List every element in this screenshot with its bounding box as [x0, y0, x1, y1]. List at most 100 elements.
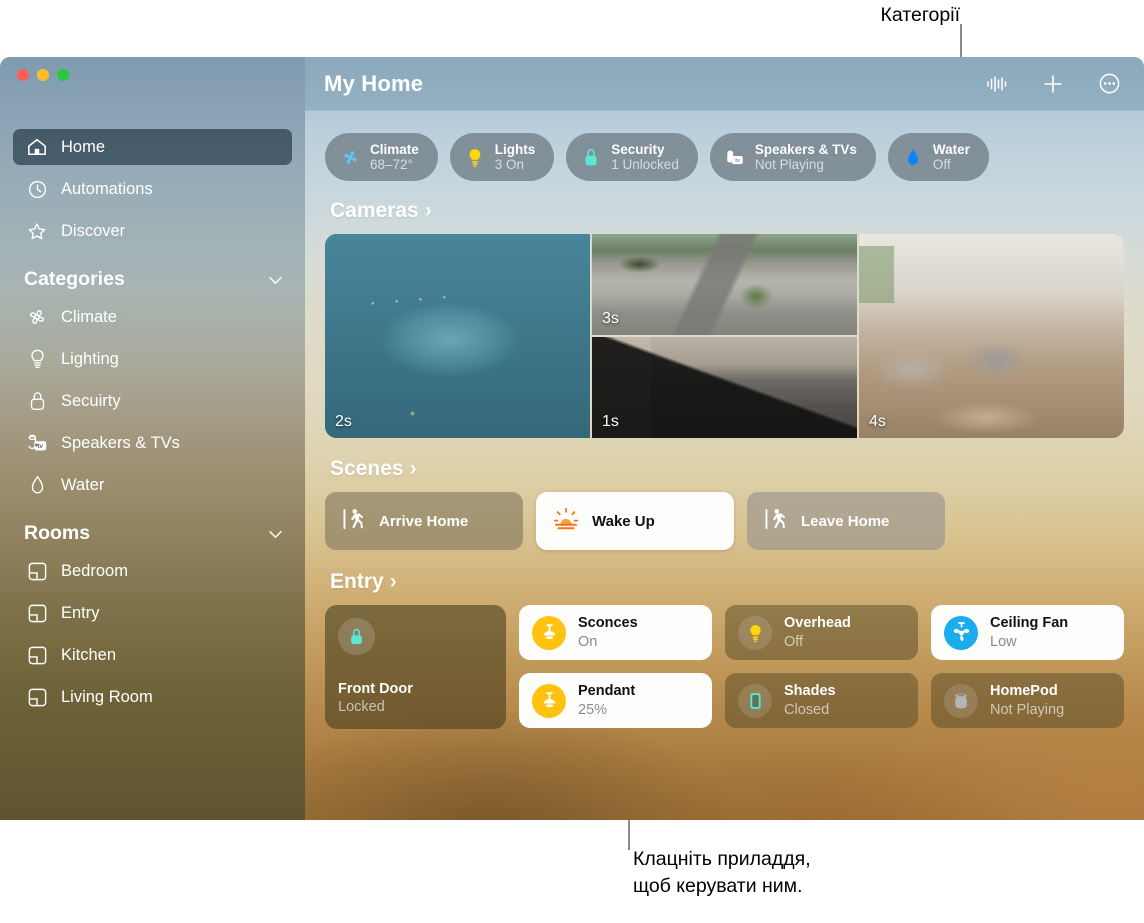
category-pill-water[interactable]: Water Off	[887, 133, 989, 181]
lock-icon	[338, 618, 375, 655]
chevron-down-icon[interactable]	[268, 268, 283, 291]
sidebar-item-discover[interactable]: Discover	[13, 213, 292, 249]
sidebar-group-categories[interactable]: Categories	[24, 268, 283, 291]
accessory-tile-front-door[interactable]: Front Door Locked	[325, 605, 506, 729]
scene-label: Leave Home	[801, 512, 890, 530]
category-pill-security[interactable]: Security 1 Unlocked	[566, 133, 698, 181]
accessory-status: On	[578, 633, 598, 650]
water-drop-icon	[902, 146, 924, 168]
homepod-icon	[944, 683, 978, 718]
accessory-tile-shades[interactable]: Shades Closed	[725, 673, 918, 728]
camera-timestamp: 2s	[335, 413, 352, 430]
sconce-lamp-icon	[532, 615, 566, 650]
category-pill-climate[interactable]: Climate 68–72°	[325, 133, 438, 181]
main-content: My Home Climate 68–72° Lights 3 On Secur…	[305, 57, 1144, 820]
more-options-icon[interactable]	[1096, 71, 1122, 97]
title-bar: My Home	[305, 57, 1144, 111]
sidebar-item-speakers-tvs[interactable]: tv Speakers & TVs	[13, 425, 292, 461]
category-pill-speakers-tvs[interactable]: tv Speakers & TVs Not Playing	[709, 133, 876, 181]
callout-categories-label: Категорії	[880, 4, 960, 26]
camera-tile-garage[interactable]: 1s	[592, 337, 857, 438]
chevron-right-icon[interactable]: ›	[410, 457, 417, 481]
chevron-right-icon[interactable]: ›	[390, 570, 397, 594]
speaker-tv-icon: tv	[24, 432, 50, 454]
sidebar-item-automations[interactable]: Automations	[13, 171, 292, 207]
accessory-name: Sconces	[578, 615, 638, 632]
camera-tile-living-room[interactable]: 4s	[859, 234, 1124, 438]
accessory-tile-pendant[interactable]: Pendant 25%	[519, 673, 712, 728]
home-app-window: Home Automations Discover Categories Cli…	[0, 57, 1144, 820]
accessory-tile-homepod[interactable]: HomePod Not Playing	[931, 673, 1124, 728]
sidebar-group-title: Categories	[24, 268, 125, 290]
sidebar-item-home[interactable]: Home	[13, 129, 292, 165]
bulb-icon	[464, 146, 486, 168]
toolbar	[984, 71, 1122, 97]
sunrise-icon	[553, 507, 579, 535]
accessory-name: Pendant	[578, 683, 636, 700]
accessory-tile-overhead[interactable]: Overhead Off	[725, 605, 918, 660]
chevron-down-icon[interactable]	[268, 522, 283, 545]
section-header-scenes[interactable]: Scenes ›	[330, 457, 1124, 481]
camera-tile-backyard-pool[interactable]: 2s	[325, 234, 590, 438]
accessory-tile-ceiling-fan[interactable]: Ceiling Fan Low	[931, 605, 1124, 660]
sidebar-item-label: Bedroom	[61, 561, 128, 580]
scene-button-arrive-home[interactable]: Arrive Home	[325, 492, 523, 550]
sidebar-item-label: Climate	[61, 307, 117, 326]
room-icon	[24, 686, 50, 708]
svg-text:tv: tv	[735, 158, 740, 164]
add-icon[interactable]	[1040, 71, 1066, 97]
camera-tile-driveway[interactable]: 3s	[592, 234, 857, 335]
sidebar-item-label: Automations	[61, 179, 153, 198]
section-header-entry[interactable]: Entry ›	[330, 570, 1124, 594]
category-pill-name: Speakers & TVs	[754, 141, 857, 157]
zoom-button[interactable]	[57, 69, 69, 81]
section-title: Entry	[330, 570, 384, 593]
bulb-icon	[738, 615, 772, 650]
speaker-tv-icon: tv	[724, 146, 746, 168]
room-icon	[24, 560, 50, 582]
sidebar-item-security[interactable]: Secuirty	[13, 383, 292, 419]
page-title: My Home	[324, 70, 424, 96]
sidebar-group-rooms[interactable]: Rooms	[24, 522, 283, 545]
sidebar-item-label: Living Room	[61, 687, 153, 706]
house-icon	[24, 136, 50, 158]
camera-feed-image	[325, 234, 590, 438]
category-pill-status: 3 On	[494, 157, 525, 172]
category-pill-status: Off	[932, 157, 951, 172]
section-header-cameras[interactable]: Cameras ›	[330, 199, 1124, 223]
audio-waveform-icon[interactable]	[984, 71, 1010, 97]
accessory-name: Overhead	[784, 615, 851, 632]
sidebar-item-kitchen[interactable]: Kitchen	[13, 637, 292, 673]
sidebar-item-lighting[interactable]: Lighting	[13, 341, 292, 377]
entry-accessories-grid: Front Door Locked Sconces On Pendant 25%…	[325, 605, 1124, 729]
scene-button-leave-home[interactable]: Leave Home	[747, 492, 945, 550]
callout-accessory-label: Клацніть приладдя, щоб керувати ним.	[633, 848, 811, 897]
sidebar-item-climate[interactable]: Climate	[13, 299, 292, 335]
fan-icon	[24, 306, 50, 328]
sidebar-item-living-room[interactable]: Living Room	[13, 679, 292, 715]
category-pill-lights[interactable]: Lights 3 On	[449, 133, 555, 181]
close-button[interactable]	[17, 69, 29, 81]
sidebar-item-water[interactable]: Water	[13, 467, 292, 503]
chevron-right-icon[interactable]: ›	[425, 199, 432, 223]
sidebar-item-label: Kitchen	[61, 645, 117, 664]
accessory-name: Ceiling Fan	[990, 615, 1069, 632]
cameras-grid: 2s 3s 1s 4s	[325, 234, 1124, 438]
sidebar-item-entry[interactable]: Entry	[13, 595, 292, 631]
category-pill-name: Lights	[494, 141, 536, 157]
accessory-name: HomePod	[990, 683, 1058, 700]
minimize-button[interactable]	[37, 69, 49, 81]
bulb-icon	[24, 348, 50, 370]
camera-timestamp: 3s	[602, 310, 619, 327]
category-pill-name: Security	[611, 141, 665, 157]
section-title: Cameras	[330, 199, 419, 222]
category-pill-name: Water	[932, 141, 970, 157]
sidebar-item-bedroom[interactable]: Bedroom	[13, 553, 292, 589]
sidebar-item-label: Entry	[61, 603, 100, 622]
accessory-column-1: Sconces On Pendant 25%	[519, 605, 712, 729]
clock-icon	[24, 178, 50, 200]
scene-button-wake-up[interactable]: Wake Up	[536, 492, 734, 550]
category-pill-row: Climate 68–72° Lights 3 On Security 1 Un…	[325, 133, 1124, 181]
accessory-tile-sconces[interactable]: Sconces On	[519, 605, 712, 660]
window-controls[interactable]	[17, 69, 69, 81]
